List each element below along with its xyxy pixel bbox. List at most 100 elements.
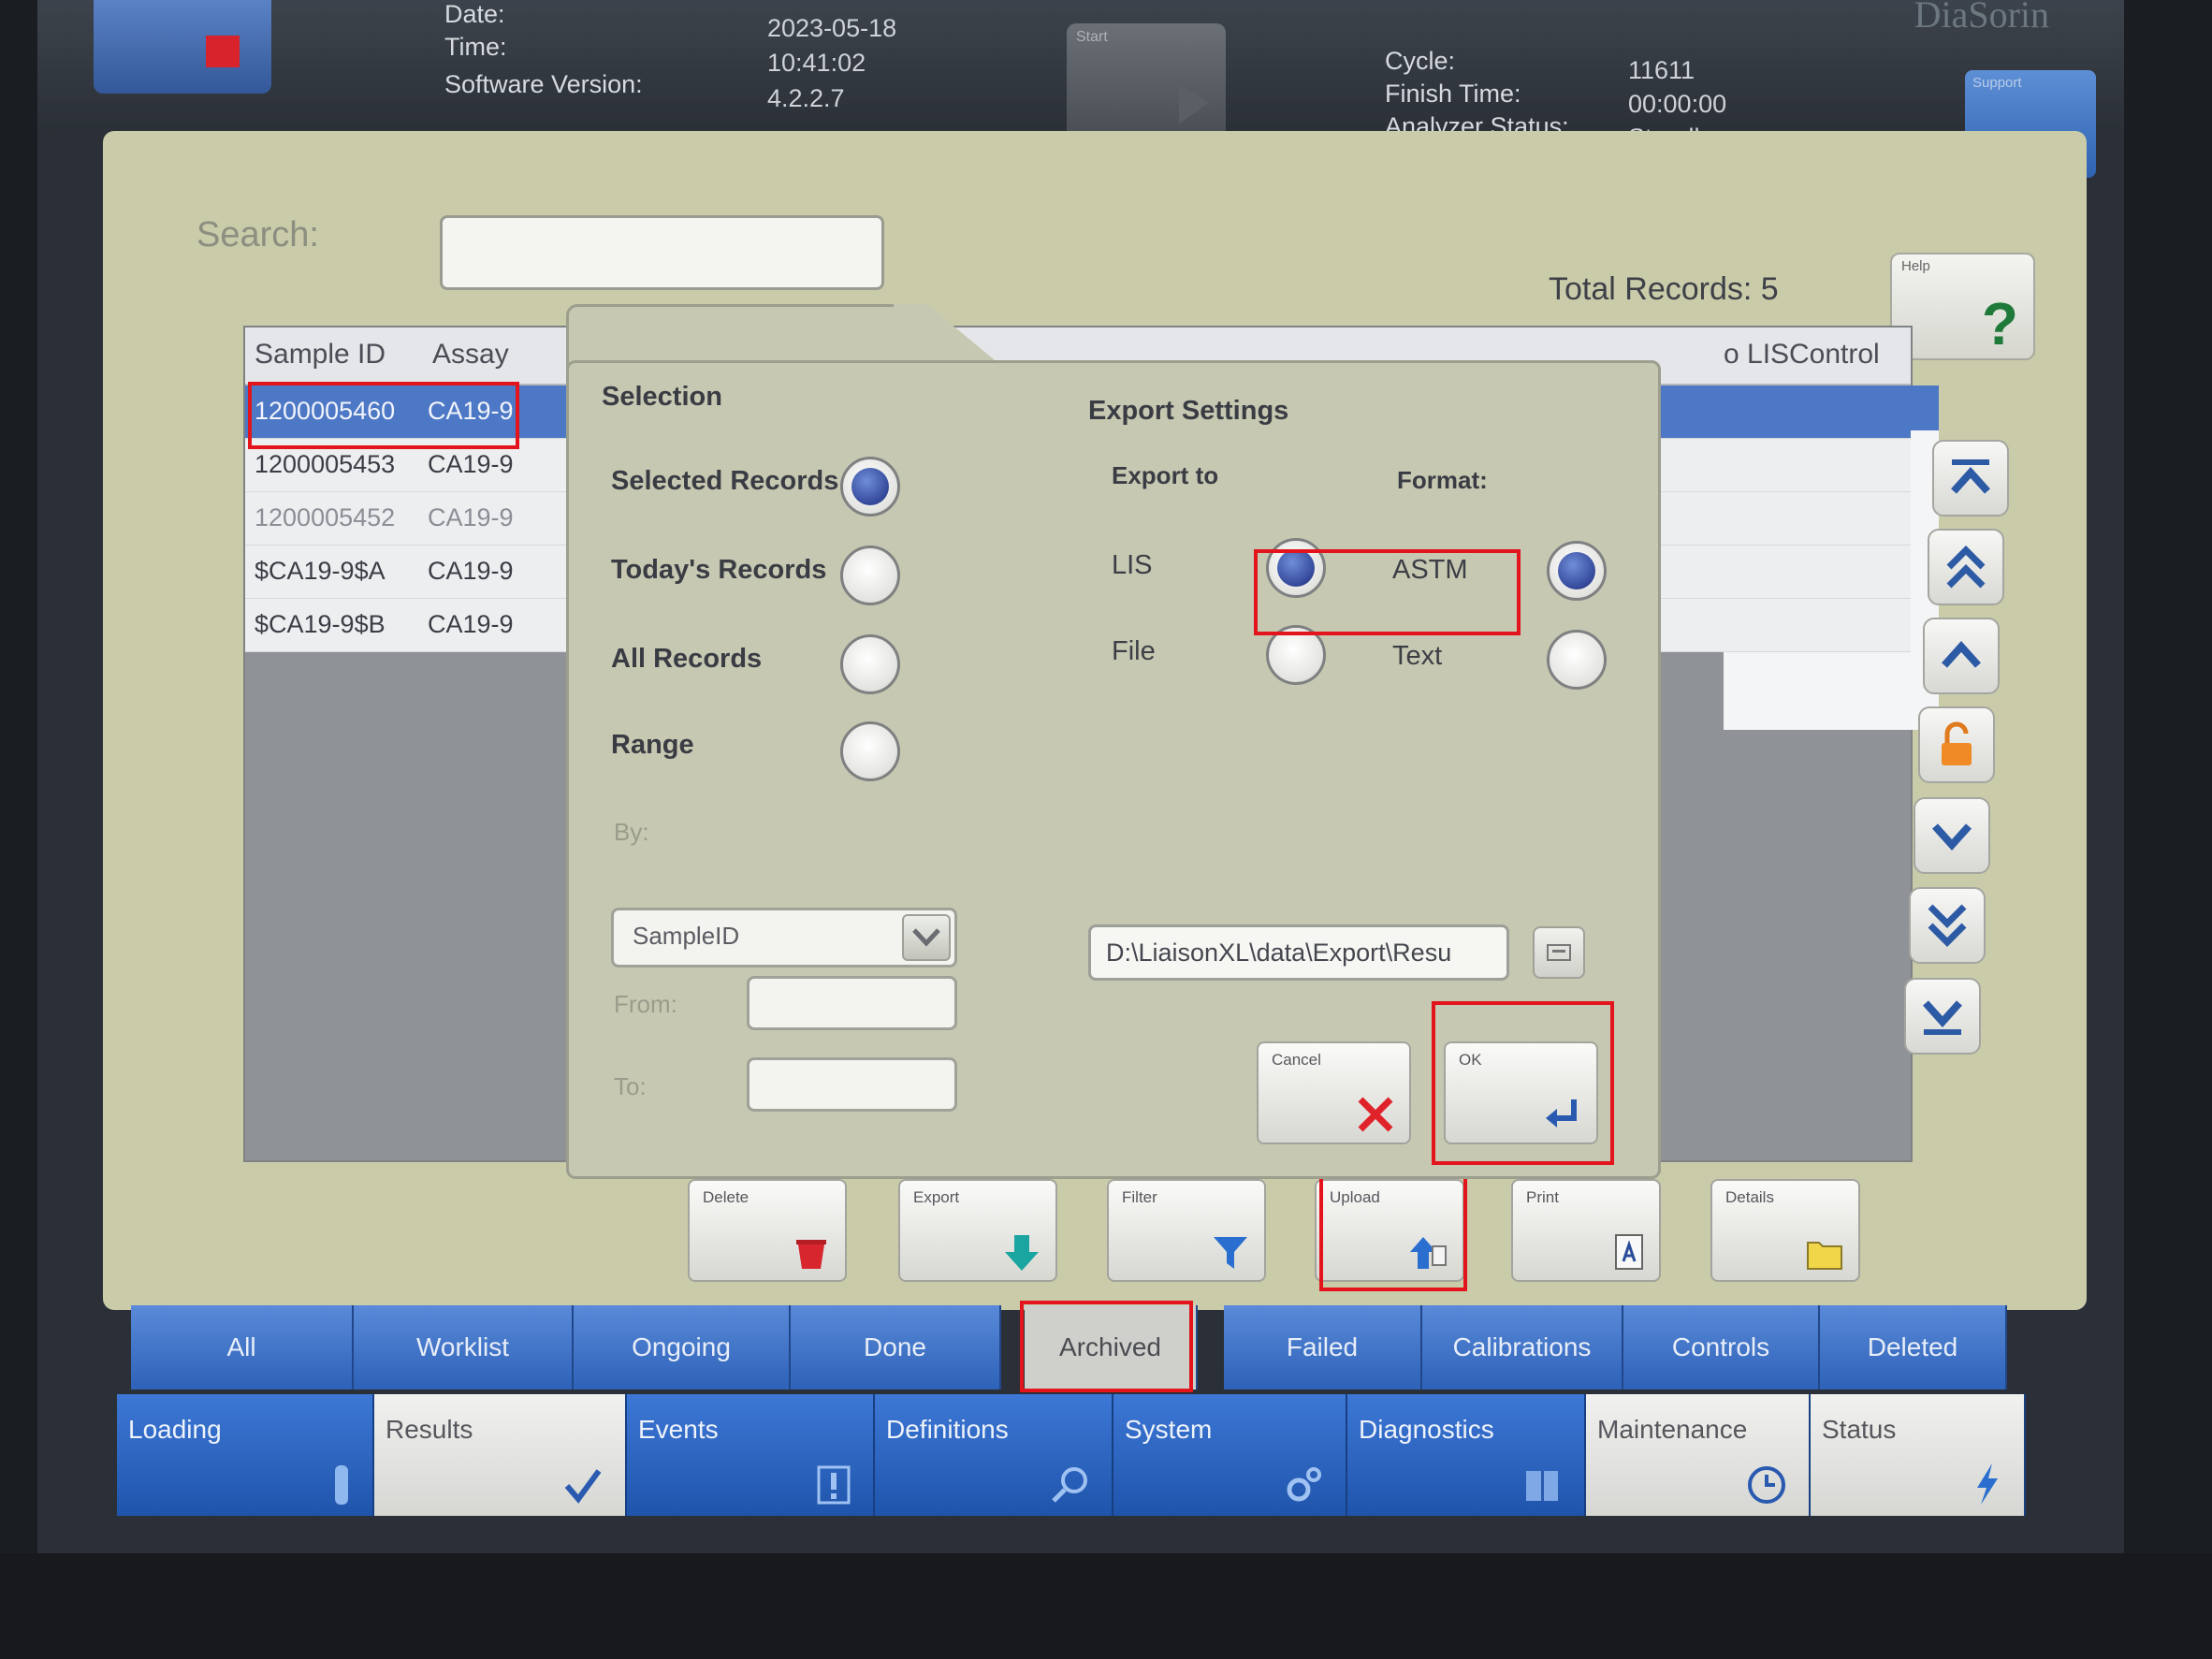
help-label: Help (1901, 258, 1930, 274)
to-label: To: (614, 1072, 647, 1100)
export-label: Export (913, 1188, 960, 1206)
astm-radio[interactable] (1547, 541, 1607, 601)
help-icon: ? (1981, 290, 2018, 357)
details-label: Details (1725, 1188, 1774, 1206)
arrow-down-icon (1005, 1235, 1039, 1271)
tab-done[interactable]: Done (791, 1305, 1001, 1390)
row-down-button[interactable] (1914, 797, 1990, 874)
all-records-label: All Records (611, 644, 763, 674)
nav-results-label: Results (386, 1415, 473, 1444)
book-icon (1526, 1471, 1558, 1501)
sample-id: $CA19-9$B (255, 610, 386, 638)
all-records-radio[interactable] (840, 634, 900, 694)
todays-records-label: Today's Records (611, 555, 827, 585)
print-button[interactable]: Print (1511, 1179, 1661, 1282)
nav-loading[interactable]: Loading (117, 1394, 374, 1516)
nav-diagnostics[interactable]: Diagnostics (1347, 1394, 1586, 1516)
highlight-ok (1432, 1001, 1614, 1165)
tab-deleted[interactable]: Deleted (1820, 1305, 2007, 1390)
nav-results[interactable]: Results (374, 1394, 627, 1516)
sample-id: 1200005453 (255, 450, 396, 478)
monitor-bezel (0, 1553, 2212, 1659)
row-up-button[interactable] (1923, 618, 2000, 694)
tab-ongoing[interactable]: Ongoing (574, 1305, 791, 1390)
browse-folder-button[interactable] (1533, 926, 1585, 979)
by-select[interactable]: SampleID (611, 908, 957, 968)
page-up-button[interactable] (1928, 529, 2004, 605)
scroll-bottom-button[interactable] (1904, 978, 1981, 1055)
page-down-button[interactable] (1909, 887, 1986, 964)
double-chevron-up-icon (1946, 546, 1986, 589)
browse-icon (1547, 944, 1571, 961)
text-radio[interactable] (1547, 630, 1607, 690)
assay: CA19-9 (428, 450, 514, 478)
export-to-label: Export to (1112, 461, 1219, 489)
tab-controls[interactable]: Controls (1623, 1305, 1820, 1390)
todays-records-radio[interactable] (840, 546, 900, 605)
header-bar: Date: Time: Software Version: 2023-05-18… (37, 0, 2124, 152)
main-navigation: Loading Results Events Definitions Syste… (117, 1394, 2101, 1516)
checkmark-icon (564, 1469, 602, 1504)
start-label: Start (1076, 29, 1108, 45)
start-button[interactable]: Start (1067, 23, 1226, 140)
range-radio[interactable] (840, 721, 900, 781)
nav-events[interactable]: Events (627, 1394, 875, 1516)
time-value: 10:41:02 (767, 49, 866, 77)
text-label: Text (1392, 641, 1443, 671)
date-label: Date: (444, 0, 505, 28)
highlight-archived (1020, 1301, 1193, 1392)
selected-records-label: Selected Records (611, 466, 839, 496)
details-button[interactable]: Details (1710, 1179, 1860, 1282)
nav-maintenance[interactable]: Maintenance (1586, 1394, 1811, 1516)
col-sample-id[interactable]: Sample ID (255, 339, 386, 371)
double-chevron-down-icon (1928, 904, 1967, 947)
nav-loading-label: Loading (128, 1415, 222, 1444)
export-dialog: Selection Export Settings Export to Form… (566, 304, 1661, 1179)
stop-button[interactable] (94, 0, 271, 94)
search-input[interactable] (440, 215, 884, 290)
total-records: Total Records: 5 (1549, 271, 1779, 307)
col-assay[interactable]: Assay (432, 339, 509, 371)
nav-definitions[interactable]: Definitions (875, 1394, 1113, 1516)
delete-button[interactable]: Delete (688, 1179, 847, 1282)
tab-failed[interactable]: Failed (1224, 1305, 1422, 1390)
nav-diagnostics-label: Diagnostics (1359, 1415, 1494, 1444)
tab-worklist[interactable]: Worklist (354, 1305, 574, 1390)
scroll-top-button[interactable] (1932, 440, 2009, 517)
export-path-value: D:\LiaisonXL\data\Export\Resu (1106, 939, 1452, 967)
nav-status[interactable]: Status (1811, 1394, 2026, 1516)
lock-button[interactable] (1918, 706, 1995, 783)
cancel-button[interactable]: Cancel (1257, 1041, 1411, 1144)
chevron-up-icon (1942, 641, 1981, 668)
nav-system[interactable]: System (1113, 1394, 1347, 1516)
sample-id: 1200005452 (255, 503, 396, 531)
folder-icon (1807, 1242, 1842, 1270)
version-value: 4.2.2.7 (767, 84, 845, 112)
lightning-icon (1977, 1463, 1998, 1505)
selection-title: Selection (602, 382, 722, 412)
col-control[interactable]: Control (1789, 339, 1880, 371)
sample-id: $CA19-9$A (255, 557, 386, 585)
tab-calibrations[interactable]: Calibrations (1422, 1305, 1623, 1390)
time-label: Time: (444, 33, 507, 61)
tab-all[interactable]: All (131, 1305, 354, 1390)
delete-label: Delete (703, 1188, 749, 1206)
export-button[interactable]: Export (898, 1179, 1057, 1282)
nav-events-label: Events (638, 1415, 719, 1444)
filter-button[interactable]: Filter (1107, 1179, 1266, 1282)
to-input[interactable] (747, 1057, 957, 1112)
assay: CA19-9 (428, 610, 514, 638)
highlight-lis-astm (1254, 549, 1521, 635)
col-lis[interactable]: o LIS (1724, 339, 1789, 371)
close-icon (1358, 1097, 1393, 1132)
export-path-input[interactable]: D:\LiaisonXL\data\Export\Resu (1088, 924, 1509, 981)
from-input[interactable] (747, 976, 957, 1030)
gear-icon (1287, 1467, 1321, 1502)
nav-system-label: System (1125, 1415, 1213, 1444)
analyzer-screen: Date: Time: Software Version: 2023-05-18… (37, 0, 2124, 1553)
by-label: By: (614, 818, 649, 846)
alert-icon (817, 1465, 851, 1505)
format-label: Format: (1397, 466, 1488, 494)
selected-records-radio[interactable] (840, 457, 900, 517)
assay: CA19-9 (428, 503, 514, 531)
